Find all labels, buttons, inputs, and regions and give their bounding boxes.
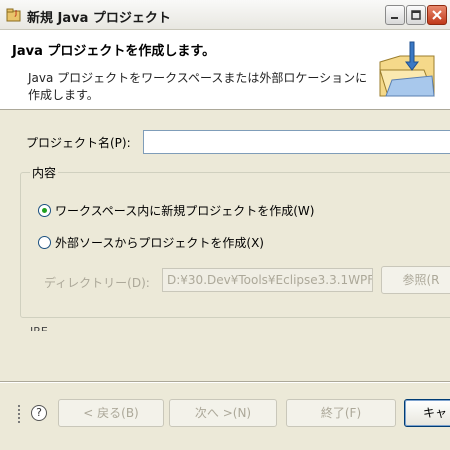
- maximize-button[interactable]: [406, 5, 426, 25]
- radio-checked-icon: [38, 204, 51, 217]
- create-from-external-label: 外部ソースからプロジェクトを作成(X): [55, 236, 264, 250]
- radio-unchecked-icon: [38, 236, 51, 249]
- create-in-workspace-radio[interactable]: ワークスペース内に新規プロジェクトを作成(W): [38, 202, 314, 219]
- cancel-button[interactable]: キャ: [404, 399, 450, 427]
- wizard-title: Java プロジェクトを作成します。: [12, 44, 216, 59]
- project-name-label: プロジェクト名(P):: [26, 136, 131, 150]
- directory-input[interactable]: D:¥30.Dev¥Tools¥Eclipse3.3.1WPF: [162, 268, 373, 292]
- new-java-project-folder-icon: [379, 41, 435, 97]
- window-title: 新規 Java プロジェクト: [27, 11, 171, 26]
- browse-button[interactable]: 参照(R: [381, 266, 450, 294]
- title-bar[interactable]: J 新規 Java プロジェクト: [0, 0, 450, 30]
- close-button[interactable]: [427, 5, 447, 25]
- back-button[interactable]: < 戻る(B): [58, 399, 164, 427]
- finish-button[interactable]: 終了(F): [286, 399, 396, 427]
- close-icon: [432, 10, 442, 20]
- wizard-banner: Java プロジェクトを作成します。 Java プロジェクトをワークスペースまた…: [0, 30, 450, 110]
- wizard-description: Java プロジェクトをワークスペースまたは外部ロケーションに作成します。: [28, 71, 368, 102]
- jre-group-label: JRE: [30, 325, 48, 331]
- project-name-input[interactable]: [143, 130, 450, 154]
- contents-group-label: 内容: [30, 164, 59, 181]
- next-button[interactable]: 次へ >(N): [169, 399, 277, 427]
- help-icon[interactable]: ?: [31, 405, 47, 421]
- minimize-button[interactable]: [385, 5, 405, 25]
- java-project-icon: J: [6, 7, 22, 23]
- minimize-icon: [391, 17, 398, 19]
- directory-label: ディレクトリー(D):: [44, 276, 150, 290]
- create-in-workspace-label: ワークスペース内に新規プロジェクトを作成(W): [55, 204, 315, 218]
- grip-handle: [18, 405, 21, 423]
- create-from-external-radio[interactable]: 外部ソースからプロジェクトを作成(X): [38, 234, 264, 251]
- maximize-icon: [411, 10, 421, 20]
- separator: [0, 381, 450, 383]
- svg-text:J: J: [14, 9, 17, 17]
